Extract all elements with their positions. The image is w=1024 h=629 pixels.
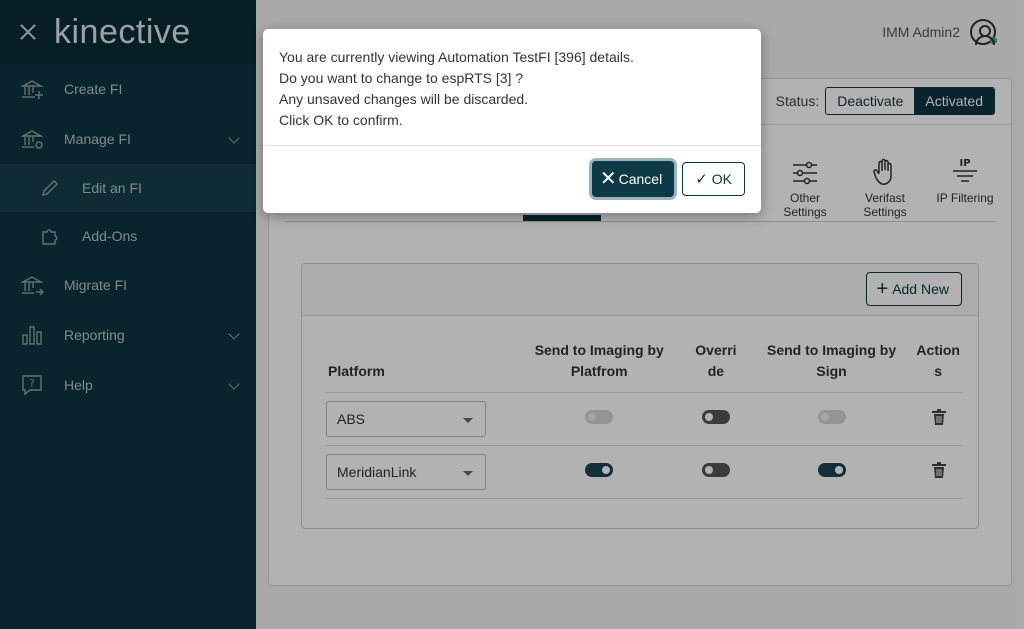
ok-button[interactable]: ✓ OK	[682, 162, 745, 196]
close-icon: ✕	[599, 168, 617, 190]
dialog-line: Any unsaved changes will be discarded.	[279, 91, 529, 107]
dialog-message: You are currently viewing Automation Tes…	[263, 29, 761, 145]
confirm-dialog: You are currently viewing Automation Tes…	[263, 29, 761, 213]
dialog-actions: ✕ Cancel ✓ OK	[591, 161, 745, 197]
dialog-line: You are currently viewing Automation Tes…	[279, 49, 634, 65]
cancel-label: Cancel	[618, 171, 663, 187]
cancel-button[interactable]: ✕ Cancel	[591, 161, 675, 197]
dialog-divider	[263, 145, 761, 146]
ok-label: OK	[711, 171, 732, 187]
dialog-line: Click OK to confirm.	[279, 112, 403, 128]
check-icon: ✓	[695, 171, 708, 188]
dialog-line: Do you want to change to espRTS [3] ?	[279, 70, 524, 86]
